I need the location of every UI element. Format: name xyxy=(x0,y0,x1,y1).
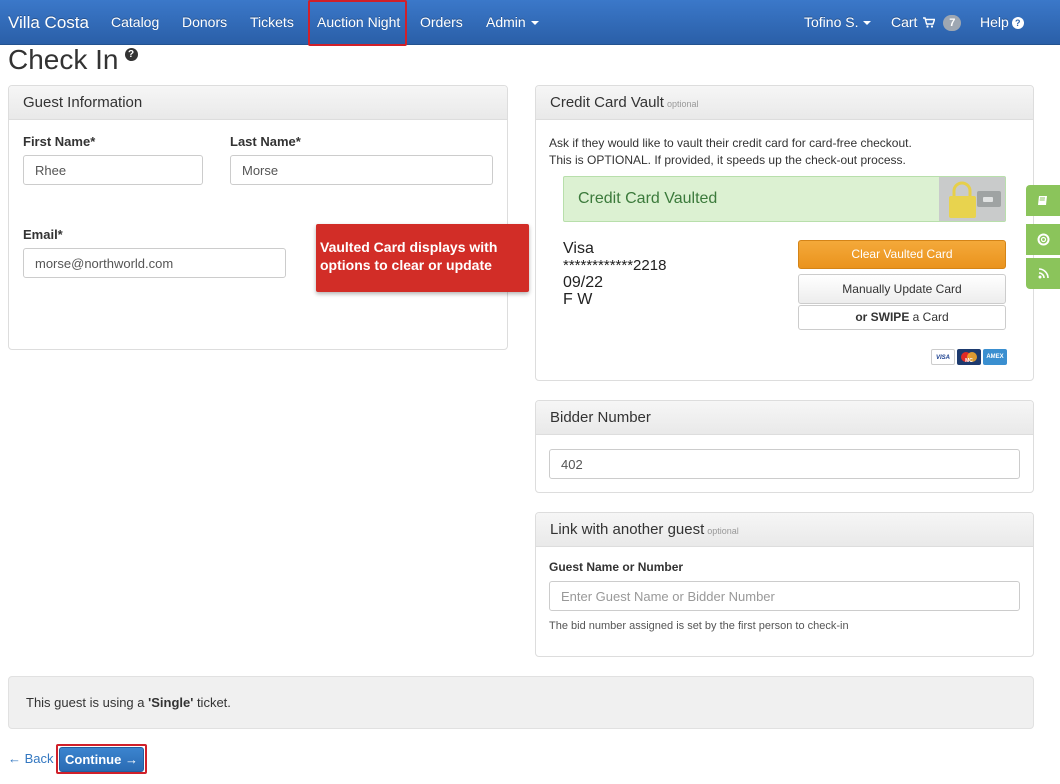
vaulted-card-details: Visa ************2218 09/22 F W xyxy=(563,240,666,308)
cart-count-badge: 7 xyxy=(943,15,962,31)
swipe-bold-text: or SWIPE xyxy=(855,310,910,324)
vault-description-line-2: This is OPTIONAL. If provided, it speeds… xyxy=(549,153,906,167)
vault-description-line-1: Ask if they would like to vault their cr… xyxy=(549,136,912,150)
vault-heading-text: Credit Card Vault xyxy=(550,94,664,111)
question-icon: ? xyxy=(1011,17,1024,29)
bidder-number-panel: Bidder Number xyxy=(535,400,1034,493)
credit-card-vault-panel: Credit Card Vault optional xyxy=(535,85,1034,381)
guest-name-or-number-input[interactable] xyxy=(549,581,1020,611)
bidder-number-heading: Bidder Number xyxy=(536,401,1033,435)
callout-line-2: options to clear or update xyxy=(320,257,492,273)
chevron-down-icon xyxy=(530,21,539,26)
vault-status-banner: Credit Card Vaulted xyxy=(563,176,1006,222)
nav-donors[interactable]: Donors xyxy=(182,0,227,45)
link-guest-heading-text: Link with another guest xyxy=(550,521,705,538)
ticket-info-suffix: ticket. xyxy=(193,695,231,710)
last-name-input[interactable] xyxy=(230,155,493,185)
guest-information-panel: Guest Information xyxy=(8,85,508,350)
mastercard-logo: MC xyxy=(957,349,981,365)
annotation-callout: Vaulted Card displays with options to cl… xyxy=(316,224,529,292)
lock-card-icon xyxy=(939,177,1005,221)
first-name-input[interactable] xyxy=(23,155,203,185)
chevron-down-icon xyxy=(863,21,872,26)
nav-user-menu[interactable]: Tofino S. xyxy=(804,0,872,45)
ticket-info-well: This guest is using a 'Single' ticket. xyxy=(8,676,1034,729)
lifebuoy-icon[interactable] xyxy=(1026,224,1060,255)
nav-help[interactable]: Help? xyxy=(980,0,1024,45)
last-name-label: Last Name* xyxy=(230,134,301,149)
amex-card-logo: AMEX xyxy=(983,349,1007,365)
nav-catalog[interactable]: Catalog xyxy=(111,0,159,45)
nav-tickets[interactable]: Tickets xyxy=(250,0,294,45)
nav-help-label: Help xyxy=(980,14,1009,30)
credit-card-vault-heading: Credit Card Vault optional xyxy=(536,86,1033,120)
back-link[interactable]: ← Back xyxy=(8,751,54,766)
brand-link[interactable]: Villa Costa xyxy=(8,0,89,45)
card-number: ************2218 xyxy=(563,257,667,274)
book-icon[interactable] xyxy=(1026,185,1060,216)
top-navbar: Villa Costa Catalog Donors Tickets Aucti… xyxy=(0,0,1060,45)
link-guest-optional-tag: optional xyxy=(707,526,739,536)
swipe-rest-text: a Card xyxy=(909,310,949,324)
card-initials: F W xyxy=(563,291,593,308)
page-title-text: Check In xyxy=(8,44,119,75)
vault-optional-tag: optional xyxy=(666,99,699,109)
continue-highlight xyxy=(56,744,147,774)
clear-vaulted-card-button[interactable]: Clear Vaulted Card xyxy=(798,240,1006,269)
rss-icon[interactable] xyxy=(1026,258,1060,289)
cart-icon xyxy=(923,17,936,28)
mastercard-label: MC xyxy=(965,358,973,364)
nav-cart[interactable]: Cart 7 xyxy=(891,0,962,45)
visa-card-logo: VISA xyxy=(931,349,955,365)
swipe-card-button[interactable]: or SWIPE a Card xyxy=(798,305,1006,330)
email-input[interactable] xyxy=(23,248,286,278)
cart-label: Cart xyxy=(891,14,918,30)
first-name-label: First Name* xyxy=(23,134,96,149)
nav-admin-label: Admin xyxy=(486,14,526,30)
email-label: Email* xyxy=(23,227,63,242)
nav-user-label: Tofino S. xyxy=(804,14,859,30)
bidder-number-input[interactable] xyxy=(549,449,1020,479)
vault-status-text: Credit Card Vaulted xyxy=(578,190,718,207)
auction-night-highlight xyxy=(308,0,407,46)
page-title: Check In? xyxy=(8,44,138,76)
link-guest-help-text: The bid number assigned is set by the fi… xyxy=(549,620,849,632)
manually-update-card-button[interactable]: Manually Update Card xyxy=(798,274,1006,304)
ticket-name: 'Single' xyxy=(148,695,194,710)
guest-name-or-number-label: Guest Name or Number xyxy=(549,560,684,574)
callout-line-1: Vaulted Card displays with xyxy=(320,239,498,255)
nav-admin[interactable]: Admin xyxy=(486,0,539,45)
card-type: Visa xyxy=(563,240,594,257)
nav-orders[interactable]: Orders xyxy=(420,0,463,45)
vault-description: Ask if they would like to vault their cr… xyxy=(549,135,912,169)
help-icon[interactable]: ? xyxy=(124,48,138,61)
ticket-info-prefix: This guest is using a xyxy=(26,695,149,710)
link-guest-heading: Link with another guest optional xyxy=(536,513,1033,547)
card-expiry: 09/22 xyxy=(563,274,604,291)
guest-information-heading: Guest Information xyxy=(9,86,507,120)
